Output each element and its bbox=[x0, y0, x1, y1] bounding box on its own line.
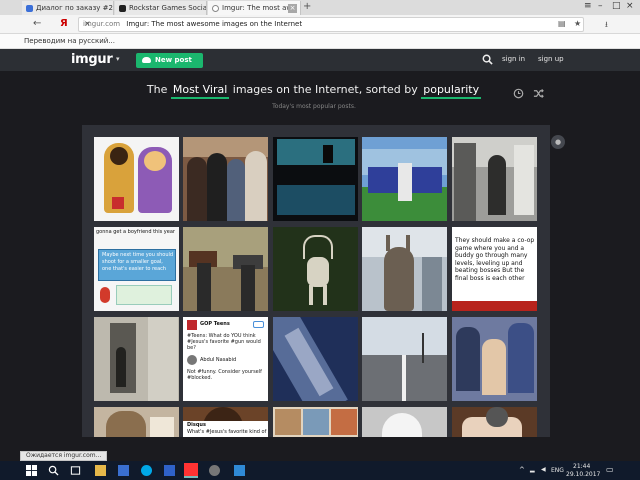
sort-type-dropdown[interactable]: Most Viral bbox=[170, 83, 230, 99]
search-icon[interactable] bbox=[482, 54, 493, 65]
task-view-icon[interactable] bbox=[70, 465, 81, 476]
post-caption: They should make a co-op game where you … bbox=[455, 237, 535, 282]
gallery-post-football[interactable] bbox=[362, 137, 447, 221]
back-arrow-icon[interactable]: ← bbox=[33, 18, 41, 29]
photos-icon[interactable] bbox=[234, 465, 245, 476]
minimize-icon[interactable]: – bbox=[598, 1, 603, 11]
tab-label: Rockstar Games Social Club bbox=[129, 4, 207, 12]
yandex-logo-icon[interactable]: Я bbox=[60, 18, 68, 29]
imgur-header: imgur ▾ New post sign in sign up bbox=[0, 49, 640, 71]
store-icon[interactable] bbox=[118, 465, 129, 476]
url-title: Imgur: The most awesome images on the In… bbox=[126, 20, 303, 28]
gallery-post-highway[interactable] bbox=[362, 317, 447, 401]
gallery-post-cat-hand[interactable] bbox=[452, 407, 537, 437]
notifications-icon[interactable]: ▭ bbox=[606, 465, 614, 474]
word-icon[interactable] bbox=[164, 465, 175, 476]
windows-start-icon[interactable] bbox=[26, 465, 37, 476]
url-input[interactable]: imgur.com Imgur: The most awesome images… bbox=[78, 17, 584, 32]
tab-dialog[interactable]: Диалог по заказу #2932203 bbox=[22, 1, 114, 15]
tweet-user: Abdul Nasabid bbox=[200, 357, 237, 363]
hero-section: The Most Viral images on the Internet, s… bbox=[0, 71, 640, 126]
stop-loading-icon[interactable]: × bbox=[84, 19, 91, 28]
title-middle: images on the Internet, sorted by bbox=[232, 83, 418, 96]
tab-label: Диалог по заказу #2932203 bbox=[36, 4, 113, 12]
new-tab-button[interactable]: + bbox=[303, 1, 311, 12]
loading-spinner-icon bbox=[212, 4, 219, 12]
clock-time[interactable]: 21:44 bbox=[573, 463, 590, 470]
volume-icon[interactable]: ◀ bbox=[541, 466, 546, 473]
chevron-down-icon[interactable]: ▾ bbox=[116, 55, 120, 63]
gallery-post-protest[interactable] bbox=[183, 227, 268, 311]
rockstar-favicon-icon bbox=[119, 4, 126, 12]
gallery-post-old-photo[interactable] bbox=[452, 137, 537, 221]
sort-order-dropdown[interactable]: popularity bbox=[421, 83, 482, 99]
tweet-reply: Not #funny. Consider yourself #blocked. bbox=[187, 369, 262, 381]
gallery-post-dark-scene[interactable] bbox=[273, 137, 358, 221]
address-bar-row: ← Я imgur.com Imgur: The most awesome im… bbox=[0, 15, 640, 34]
network-icon[interactable]: ▂ bbox=[530, 466, 535, 473]
search-icon[interactable] bbox=[48, 465, 59, 476]
clock-icon[interactable] bbox=[513, 88, 524, 99]
gallery-post-coop-text[interactable]: They should make a co-op game where you … bbox=[452, 227, 537, 311]
close-window-icon[interactable]: × bbox=[626, 1, 634, 11]
sign-in-link[interactable]: sign in bbox=[502, 55, 525, 63]
browser-status-bar: Ожидается imgur.com... bbox=[20, 451, 108, 461]
gallery-post-cartoons[interactable] bbox=[94, 137, 179, 221]
post-caption: Disqus bbox=[187, 422, 206, 428]
skype-icon[interactable] bbox=[141, 465, 152, 476]
download-icon[interactable]: ⭳ bbox=[605, 19, 608, 33]
gallery-post-group-photo[interactable] bbox=[183, 137, 268, 221]
tweet-body: #Teens: What do YOU think #Jesus's favor… bbox=[187, 333, 261, 351]
tab-rockstar[interactable]: Rockstar Games Social Club bbox=[115, 1, 207, 15]
chat-icon[interactable]: ● bbox=[551, 135, 565, 149]
gallery-post-boyfriend-meme[interactable]: gonna get a boyfriend this year Maybe ne… bbox=[94, 227, 179, 311]
reader-mode-icon[interactable]: ▤ bbox=[558, 19, 566, 28]
meme-text-line1: Maybe next time you should bbox=[102, 252, 174, 258]
imgur-logo[interactable]: imgur bbox=[71, 52, 113, 67]
new-post-button[interactable]: New post bbox=[136, 53, 203, 68]
clock-date[interactable]: 29.10.2017 bbox=[566, 471, 600, 478]
gallery-post-collage[interactable] bbox=[273, 407, 358, 437]
gallery-post-stadium-crowd[interactable] bbox=[452, 317, 537, 401]
cloud-upload-icon bbox=[142, 57, 151, 63]
tab-close-icon[interactable]: × bbox=[288, 3, 297, 13]
shuffle-icon[interactable] bbox=[533, 88, 544, 99]
maximize-icon[interactable]: □ bbox=[612, 1, 621, 11]
page-subtitle: Today's most popular posts. bbox=[272, 103, 356, 110]
gallery-post-doorway[interactable] bbox=[94, 317, 179, 401]
page-favicon-icon bbox=[26, 4, 33, 12]
steam-icon[interactable] bbox=[209, 465, 220, 476]
yandex-browser-icon[interactable] bbox=[184, 463, 198, 478]
gallery-post-tweet[interactable]: GOP Teens #Teens: What do YOU think #Jes… bbox=[183, 317, 268, 401]
gallery-post-llama[interactable] bbox=[362, 227, 447, 311]
post-caption-2: What's #Jesus's favorite kind of bbox=[187, 429, 267, 435]
gallery-grid: gonna get a boyfriend this year Maybe ne… bbox=[82, 125, 550, 437]
translate-status: Переводим на русский... bbox=[24, 37, 115, 45]
gallery-post-milky-way[interactable] bbox=[273, 317, 358, 401]
gallery-post-deer[interactable] bbox=[273, 227, 358, 311]
translate-bar: Переводим на русский... bbox=[0, 34, 640, 49]
tray-arrow-icon[interactable]: ^ bbox=[519, 466, 525, 474]
language-indicator[interactable]: ENG bbox=[551, 467, 564, 474]
menu-icon[interactable]: ≡ bbox=[584, 1, 592, 11]
gallery-post-cat[interactable] bbox=[94, 407, 179, 437]
post-caption: gonna get a boyfriend this year bbox=[96, 229, 175, 235]
gallery-post-disqus[interactable]: Disqus What's #Jesus's favorite kind of bbox=[183, 407, 268, 437]
title-prefix: The bbox=[146, 83, 168, 96]
tab-label: Imgur: The most awesome images on the In… bbox=[222, 4, 288, 12]
sign-up-link[interactable]: sign up bbox=[538, 55, 564, 63]
tab-imgur[interactable]: Imgur: The most awesome images on the In… bbox=[208, 1, 301, 15]
gallery-post-white-dog[interactable] bbox=[362, 407, 447, 437]
file-explorer-icon[interactable] bbox=[95, 465, 106, 476]
bookmark-star-icon[interactable]: ★ bbox=[574, 19, 581, 28]
windows-taskbar: ^ ▂ ◀ ENG 21:44 29.10.2017 ▭ bbox=[0, 461, 640, 480]
new-post-label: New post bbox=[155, 56, 192, 64]
meme-text-line2: shoot for a smaller goal, bbox=[102, 259, 163, 265]
tweet-author: GOP Teens bbox=[200, 321, 230, 327]
meme-text-line3: one that's easier to reach bbox=[102, 266, 167, 272]
browser-tab-bar: Диалог по заказу #2932203 Rockstar Games… bbox=[0, 0, 640, 15]
